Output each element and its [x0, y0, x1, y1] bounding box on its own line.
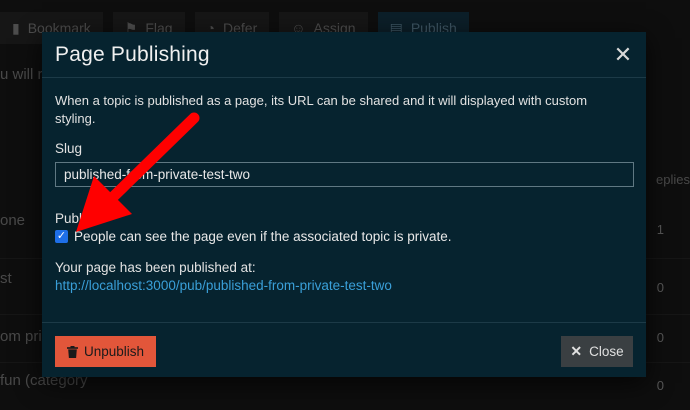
modal-title: Page Publishing	[55, 42, 210, 66]
close-icon[interactable]: ✕	[612, 43, 634, 66]
unpublish-label: Unpublish	[83, 344, 145, 359]
slug-input[interactable]	[55, 162, 634, 187]
close-icon: ✕	[570, 343, 583, 359]
slug-label: Slug	[55, 141, 83, 156]
public-checkbox-label[interactable]: People can see the page even if the asso…	[74, 229, 452, 244]
close-button[interactable]: ✕ Close	[561, 336, 633, 367]
unpublish-button[interactable]: Unpublish	[55, 336, 156, 367]
modal-description: When a topic is published as a page, its…	[55, 93, 588, 126]
page-publishing-modal: Page Publishing ✕ When a topic is publis…	[42, 32, 646, 377]
checkmark-icon: ✓	[56, 230, 67, 242]
public-checkbox-row[interactable]: ✓ People can see the page even if the as…	[55, 229, 633, 244]
modal-header: Page Publishing ✕	[42, 32, 646, 78]
trash-icon	[66, 345, 78, 358]
published-at-label: Your page has been published at:	[55, 260, 256, 275]
close-label: Close	[589, 344, 624, 359]
public-checkbox[interactable]: ✓	[55, 230, 68, 243]
public-label: Public	[55, 211, 92, 226]
published-url-link[interactable]: http://localhost:3000/pub/published-from…	[55, 278, 392, 293]
modal-footer: Unpublish ✕ Close	[42, 322, 646, 377]
modal-body: When a topic is published as a page, its…	[55, 92, 634, 295]
